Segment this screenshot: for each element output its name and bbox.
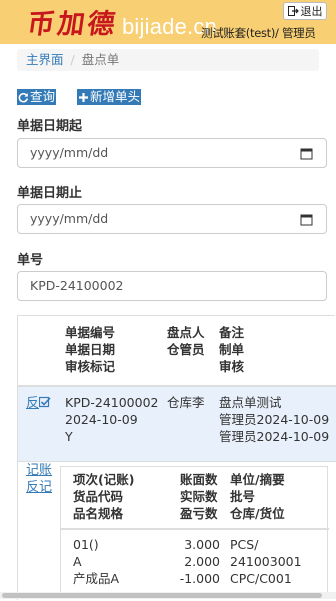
doc-no-input[interactable]: KPD-24100002 <box>17 271 327 301</box>
refresh-icon <box>18 92 29 102</box>
header-creator: 制单 <box>219 342 245 357</box>
reverse-audit-link[interactable]: 反 <box>26 395 51 412</box>
detail-header-book-qty: 账面数 <box>180 472 218 487</box>
detail-batch: 241003001 <box>230 554 302 569</box>
detail-header-line-no: 项次(记账) <box>73 472 135 487</box>
detail-header-batch: 批号 <box>230 489 256 504</box>
date-to-placeholder: yyyy/mm/dd <box>30 211 109 226</box>
logout-icon <box>287 6 299 16</box>
row-auditor: 管理员2024-10-09 <box>219 429 330 444</box>
unpost-link[interactable]: 反记 <box>26 479 52 496</box>
logout-label: 退出 <box>300 5 323 18</box>
top-bar: 币加德 bijiade.cn 测试账套(test)/ 管理员 退出 <box>0 0 336 44</box>
detail-diff-qty: -1.000 <box>179 571 220 586</box>
query-button[interactable]: 查询 <box>17 89 57 105</box>
detail-header-item-name: 品名规格 <box>73 506 124 521</box>
breadcrumb: 主界面 / 盘点单 <box>17 49 319 71</box>
date-from-label: 单据日期起 <box>17 119 83 134</box>
detail-book-qty: 3.000 <box>184 537 220 552</box>
header-audit-flag: 审核标记 <box>65 359 116 374</box>
scrollbar-thumb[interactable] <box>2 593 322 598</box>
header-auditor: 审核 <box>219 359 245 374</box>
breadcrumb-separator: / <box>70 52 75 67</box>
detail-header-unit: 单位/摘要 <box>230 472 285 487</box>
detail-actual-qty: 2.000 <box>184 554 220 569</box>
breadcrumb-current: 盘点单 <box>81 52 120 67</box>
date-from-field[interactable]: yyyy/mm/dd <box>17 138 327 168</box>
header-doc-no: 单据编号 <box>65 325 116 340</box>
detail-line-no: 01() <box>73 537 99 552</box>
calendar-icon[interactable] <box>300 147 313 160</box>
post-link[interactable]: 记账 <box>26 462 52 479</box>
breadcrumb-home-link[interactable]: 主界面 <box>26 52 64 67</box>
header-remark: 备注 <box>219 325 245 340</box>
header-warehouse-keeper: 仓管员 <box>167 342 205 357</box>
reverse-audit-label: 反 <box>26 396 40 411</box>
detail-header-item-code: 货品代码 <box>73 489 124 504</box>
row-doc-date: 2024-10-09 <box>65 412 138 427</box>
add-header-button[interactable]: 新增单头 <box>77 89 142 105</box>
detail-header-location: 仓库/货位 <box>230 506 285 521</box>
horizontal-scrollbar[interactable] <box>0 592 336 599</box>
table-header: 单据编号 单据日期 审核标记 盘点人 仓管员 备注 制单 审核 <box>18 316 336 387</box>
doc-no-label: 单号 <box>17 253 44 268</box>
doc-no-value: KPD-24100002 <box>30 278 124 293</box>
detail-table: 项次(记账) 货品代码 品名规格 账面数 实际数 盈亏数 单位/摘要 批号 仓库… <box>60 466 329 595</box>
row-counter: 仓库李 <box>167 395 205 410</box>
date-from-placeholder: yyyy/mm/dd <box>30 145 109 160</box>
logo-chinese: 币加德 <box>25 9 120 40</box>
table-row[interactable]: 反 KPD-24100002 2024-10-09 Y 仓库李 盘点单测试 管理… <box>18 387 336 462</box>
detail-item-name: 产成品A <box>73 571 120 586</box>
row-remark: 盘点单测试 <box>219 395 282 410</box>
document-table: 单据编号 单据日期 审核标记 盘点人 仓管员 备注 制单 审核 反 KPD-24… <box>17 315 336 601</box>
detail-item-code: A <box>73 554 82 569</box>
date-to-field[interactable]: yyyy/mm/dd <box>17 204 327 234</box>
header-doc-date: 单据日期 <box>65 342 116 357</box>
plus-icon <box>79 92 88 102</box>
detail-unit: PCS/ <box>230 537 259 552</box>
query-label: 查询 <box>30 89 56 104</box>
logout-button[interactable]: 退出 <box>283 2 327 20</box>
row-audit-flag: Y <box>65 429 73 444</box>
date-to-label: 单据日期止 <box>17 186 83 201</box>
account-user-info: 测试账套(test)/ 管理员 <box>201 26 316 40</box>
row-doc-no: KPD-24100002 <box>65 395 159 410</box>
detail-location: CPC/C001 <box>230 571 292 586</box>
checkbox-edit-icon <box>38 396 51 408</box>
row-creator: 管理员2024-10-09 <box>219 412 330 427</box>
calendar-icon[interactable] <box>300 213 313 226</box>
add-header-label: 新增单头 <box>90 89 141 104</box>
detail-row: 记账 反记 项次(记账) 货品代码 品名规格 账面数 实际数 盈亏数 单位/摘要… <box>18 462 336 601</box>
detail-header-diff-qty: 盈亏数 <box>180 506 218 521</box>
detail-table-header: 项次(记账) 货品代码 品名规格 账面数 实际数 盈亏数 单位/摘要 批号 仓库… <box>61 467 329 530</box>
header-counter: 盘点人 <box>167 325 205 340</box>
detail-header-actual-qty: 实际数 <box>180 489 218 504</box>
